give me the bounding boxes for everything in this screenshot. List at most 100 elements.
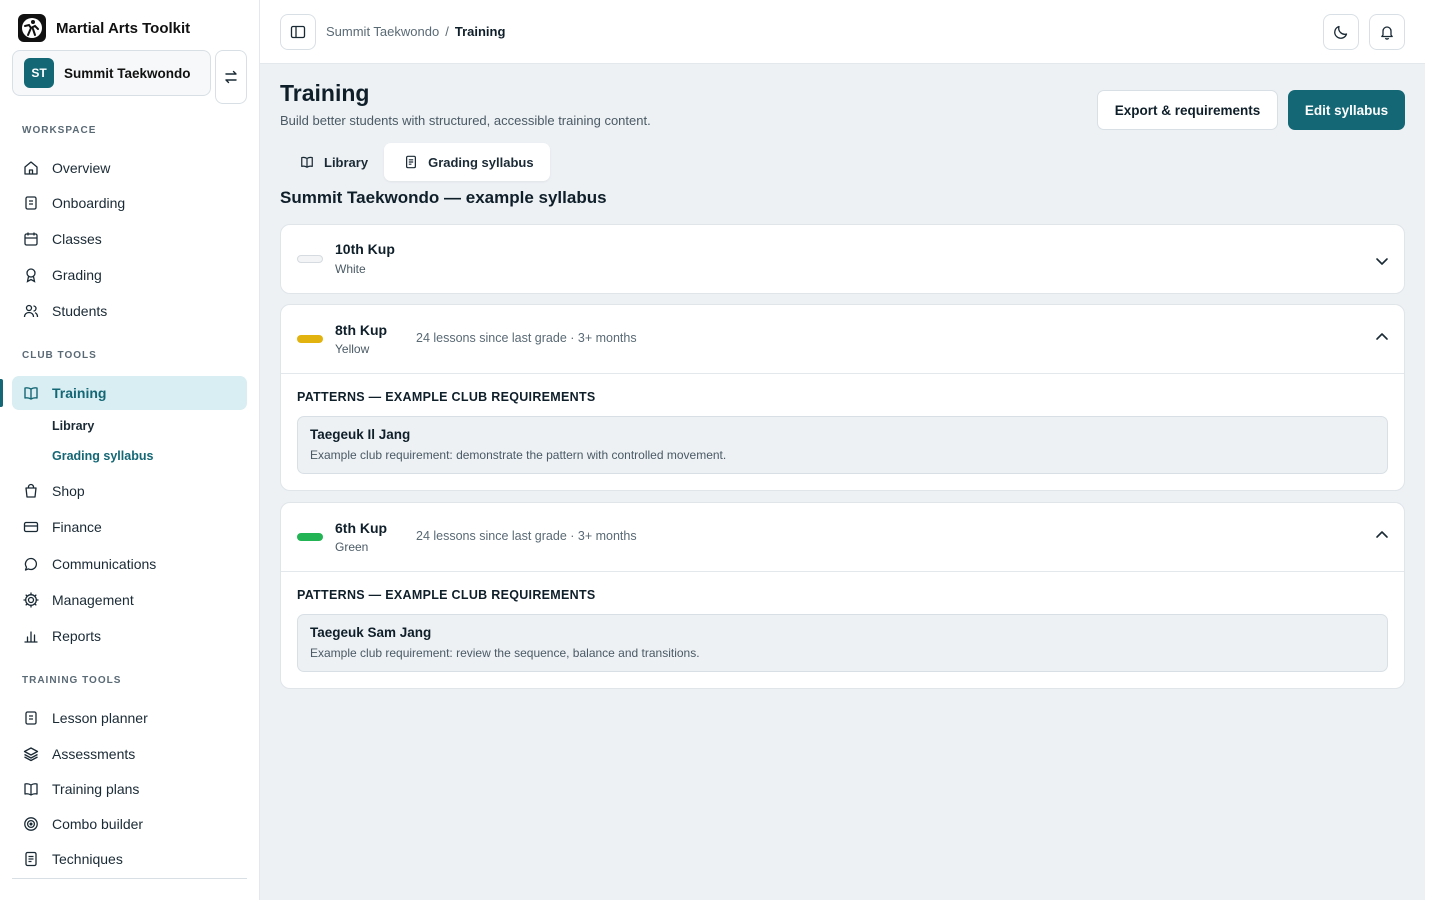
belt-swatch (297, 335, 323, 343)
grade-card-header[interactable]: 8th Kup Yellow 24 lessons since last gra… (281, 305, 1404, 373)
sidebar-item-communications[interactable]: Communications (12, 547, 247, 581)
sidebar-item-classes[interactable]: Classes (12, 222, 247, 256)
requirement-description: Example club requirement: review the seq… (310, 646, 700, 660)
sidebar: Martial Arts Toolkit ST Summit Taekwondo… (0, 0, 260, 900)
notifications-button[interactable] (1369, 14, 1405, 50)
sidebar-item-label: Classes (52, 231, 102, 247)
topbar: Summit Taekwondo / Training (260, 0, 1425, 64)
sidebar-item-label: Shop (52, 483, 85, 499)
layers-icon (22, 745, 40, 763)
chevron-up-icon[interactable] (1374, 329, 1390, 345)
switch-club-button[interactable] (215, 50, 247, 104)
sidebar-item-grading[interactable]: Grading (12, 258, 247, 292)
sidebar-item-label: Techniques (52, 851, 123, 867)
grade-rank: 6th Kup (335, 520, 388, 536)
martial-arts-logo-icon (18, 14, 46, 42)
grade-colour: Yellow (335, 342, 370, 356)
syllabus-title: Summit Taekwondo — example syllabus (280, 188, 607, 207)
grade-card-10th-kup: 10th Kup White (280, 224, 1405, 294)
workspace-section-label: WORKSPACE (22, 125, 97, 136)
scrollbar-track[interactable] (1425, 0, 1440, 900)
requirements-section-title: PATTERNS — EXAMPLE CLUB REQUIREMENTS (297, 390, 596, 404)
chevron-up-icon[interactable] (1374, 527, 1390, 543)
home-icon (22, 159, 40, 177)
sidebar-item-label: Finance (52, 519, 102, 535)
active-nav-marker (0, 379, 3, 407)
requirement-name: Taegeuk Il Jang (310, 427, 411, 442)
brand[interactable]: Martial Arts Toolkit (18, 14, 190, 42)
dark-mode-toggle[interactable] (1323, 14, 1359, 50)
tab-label: Grading syllabus (428, 154, 534, 170)
breadcrumb: Summit Taekwondo / Training (326, 24, 505, 39)
page-title: Training (280, 80, 370, 106)
sidebar-item-training-plans[interactable]: Training plans (12, 772, 247, 806)
clipboard-icon (22, 709, 40, 727)
tab-grading-syllabus[interactable]: Grading syllabus (384, 143, 550, 181)
book-open-icon (22, 384, 40, 402)
swap-arrows-icon (225, 70, 237, 84)
grade-card-header[interactable]: 10th Kup White (281, 225, 1404, 293)
sidebar-item-shop[interactable]: Shop (12, 474, 247, 508)
requirements-section-title: PATTERNS — EXAMPLE CLUB REQUIREMENTS (297, 588, 596, 602)
requirement-description: Example club requirement: demonstrate th… (310, 448, 727, 462)
sidebar-item-label: Overview (52, 160, 111, 176)
sidebar-item-assessments[interactable]: Assessments (12, 737, 247, 771)
requirement-item[interactable]: Taegeuk Sam Jang Example club requiremen… (297, 614, 1388, 672)
sidebar-item-reports[interactable]: Reports (12, 619, 247, 653)
sidebar-item-students[interactable]: Students (12, 294, 247, 328)
sidebar-item-overview[interactable]: Overview (12, 151, 247, 185)
sidebar-item-label: Training (52, 385, 107, 401)
sidebar-item-label: Lesson planner (52, 710, 148, 726)
sidebar-item-label: Training plans (52, 781, 140, 797)
grade-colour: Green (335, 540, 369, 554)
tab-label: Library (324, 154, 369, 170)
club-avatar: ST (24, 58, 54, 88)
sidebar-item-label: Reports (52, 628, 102, 644)
chevron-down-icon[interactable] (1374, 253, 1390, 269)
sidebar-item-lesson-planner[interactable]: Lesson planner (12, 701, 247, 735)
gear-icon (22, 591, 40, 609)
club-tools-section-label: CLUB TOOLS (22, 350, 97, 361)
sidebar-divider (12, 878, 247, 879)
book-open-icon (301, 156, 313, 168)
sidebar-item-techniques[interactable]: Techniques (12, 842, 247, 876)
sidebar-item-label: Grading (52, 267, 102, 283)
edit-syllabus-button[interactable]: Edit syllabus (1288, 90, 1405, 130)
export-requirements-button[interactable]: Export & requirements (1097, 90, 1278, 130)
sidebar-item-label: Communications (52, 556, 157, 572)
book-open-icon (22, 780, 40, 798)
award-icon (22, 266, 40, 284)
sidebar-item-training[interactable]: Training (12, 376, 247, 410)
belt-swatch (297, 533, 323, 541)
requirement-item[interactable]: Taegeuk Il Jang Example club requirement… (297, 416, 1388, 474)
sidebar-item-onboarding[interactable]: Onboarding (12, 186, 247, 220)
sidebar-item-management[interactable]: Management (12, 583, 247, 617)
sidebar-item-finance[interactable]: Finance (12, 510, 247, 544)
club-name: Summit Taekwondo (64, 65, 191, 81)
requirement-name: Taegeuk Sam Jang (310, 625, 432, 640)
sidebar-item-label: Onboarding (52, 195, 126, 211)
training-tabs: Library Grading syllabus (280, 142, 550, 182)
document-icon (22, 850, 40, 868)
sidebar-panel-icon (290, 25, 306, 39)
bell-icon (1381, 26, 1393, 40)
target-icon (22, 815, 40, 833)
document-icon (406, 155, 417, 169)
sidebar-subitem-grading-syllabus[interactable]: Grading syllabus (52, 449, 153, 463)
grade-colour: White (335, 262, 366, 276)
breadcrumb-separator: / (445, 24, 449, 39)
club-selector[interactable]: ST Summit Taekwondo (12, 50, 211, 96)
sidebar-subitem-library[interactable]: Library (52, 419, 94, 433)
clipboard-icon (22, 194, 40, 212)
breadcrumb-club[interactable]: Summit Taekwondo (326, 24, 439, 39)
shopping-bag-icon (22, 482, 40, 500)
tab-library[interactable]: Library (280, 143, 384, 181)
toggle-sidebar-button[interactable] (280, 14, 316, 50)
grade-card-body: PATTERNS — EXAMPLE CLUB REQUIREMENTS Tae… (281, 571, 1404, 688)
grade-rank: 8th Kup (335, 322, 388, 338)
app-name: Martial Arts Toolkit (56, 19, 191, 37)
message-circle-icon (22, 555, 40, 573)
grade-card-header[interactable]: 6th Kup Green 24 lessons since last grad… (281, 503, 1404, 571)
calendar-icon (22, 230, 40, 248)
sidebar-item-combo-builder[interactable]: Combo builder (12, 807, 247, 841)
